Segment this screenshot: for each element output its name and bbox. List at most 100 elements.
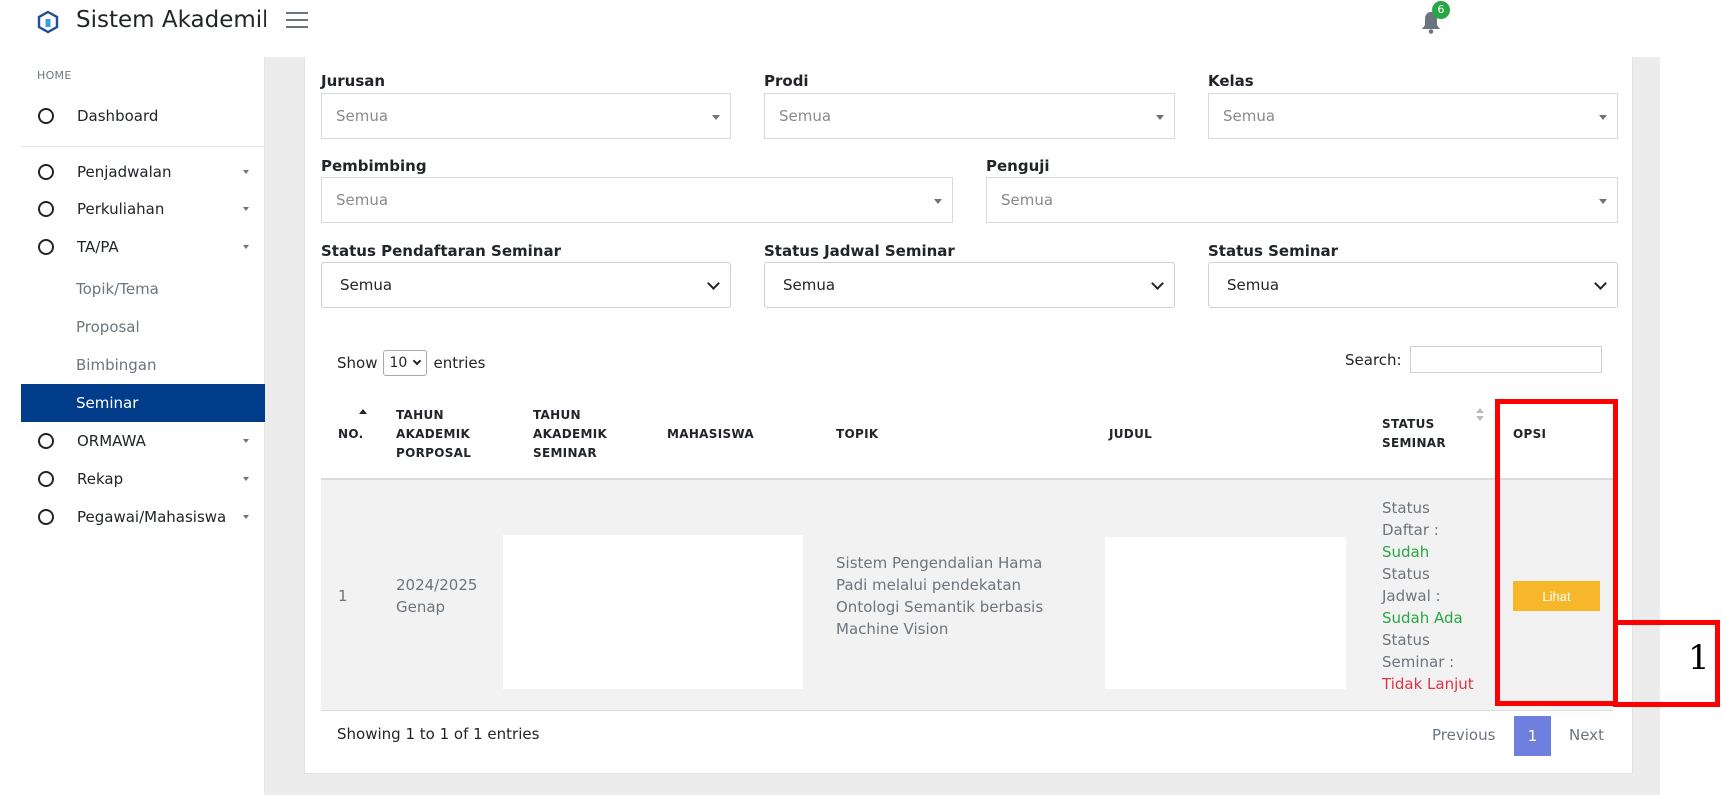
filter-status-seminar-select[interactable]: Semua: [1208, 262, 1618, 308]
status-seminar-value: Tidak Lanjut: [1382, 675, 1474, 693]
notification-badge: 6: [1432, 1, 1450, 19]
column-header-tahun-proposal[interactable]: TAHUN AKADEMIK PORPOSAL: [396, 406, 471, 463]
header-line: SEMINAR: [533, 446, 597, 460]
select-value: Semua: [340, 276, 393, 294]
caret-down-icon: [1599, 199, 1607, 204]
pagination-next[interactable]: Next: [1569, 726, 1604, 744]
header-line: PORPOSAL: [396, 446, 472, 460]
circle-icon: [38, 471, 54, 487]
status-label: Seminar :: [1382, 653, 1455, 671]
cell-no: 1: [338, 587, 348, 605]
header-line: TAHUN: [396, 408, 444, 422]
pagination-page-1[interactable]: 1: [1514, 716, 1551, 756]
cell-line: 2024/2025: [396, 576, 478, 594]
sidebar-subitem-bimbingan[interactable]: Bimbingan: [21, 346, 265, 384]
caret-down-icon: [243, 515, 249, 519]
sidebar-item-dashboard[interactable]: Dashboard: [21, 98, 265, 134]
cell-topik: Sistem Pengendalian Hama Padi melalui pe…: [836, 552, 1043, 640]
annotation-highlight-box: [1495, 399, 1618, 706]
circle-icon: [38, 509, 54, 525]
filter-label-status-jadwal: Status Jadwal Seminar: [764, 242, 955, 260]
caret-down-icon: [712, 115, 720, 120]
column-header-status-seminar[interactable]: STATUS SEMINAR: [1382, 415, 1446, 453]
header-line: AKADEMIK: [396, 427, 471, 441]
caret-down-icon: [243, 477, 249, 481]
column-header-no[interactable]: NO.: [338, 425, 363, 444]
column-header-topik[interactable]: TOPIK: [836, 425, 878, 444]
sidebar-item-label: Pegawai/Mahasiswa: [77, 508, 227, 526]
sidebar: HOME Dashboard Penjadwalan Perkuliahan T…: [21, 57, 265, 795]
header-line: SEMINAR: [1382, 436, 1446, 450]
sort-down-icon[interactable]: [1476, 416, 1484, 421]
filter-label-penguji: Penguji: [986, 157, 1050, 175]
cell-line: Genap: [396, 598, 446, 616]
sidebar-subitem-seminar[interactable]: Seminar: [21, 384, 265, 422]
cell-line: Ontologi Semantik berbasis: [836, 598, 1044, 616]
column-header-judul[interactable]: JUDUL: [1109, 425, 1152, 444]
menu-toggle-icon[interactable]: [286, 12, 308, 32]
search-input[interactable]: [1410, 346, 1602, 373]
status-label: Daftar :: [1382, 521, 1439, 539]
entries-length-select[interactable]: 10: [383, 350, 428, 376]
top-navbar: Sistem Akademik 6: [0, 0, 1660, 50]
pagination-previous[interactable]: Previous: [1432, 726, 1495, 744]
status-label: Status: [1382, 631, 1430, 649]
entries-length-control: Show 10 entries: [337, 349, 485, 377]
filter-label-status-pendaftaran: Status Pendaftaran Seminar: [321, 242, 561, 260]
status-label: Status: [1382, 565, 1430, 583]
sidebar-divider: [21, 146, 265, 147]
select-value: Semua: [336, 191, 389, 209]
sidebar-item-ormawa[interactable]: ORMAWA: [21, 423, 265, 459]
filter-label-kelas: Kelas: [1208, 72, 1254, 90]
filter-status-pendaftaran-select[interactable]: Semua: [321, 262, 731, 308]
status-label: Status: [1382, 499, 1430, 517]
circle-icon: [38, 433, 54, 449]
sidebar-item-pegawai-mahasiswa[interactable]: Pegawai/Mahasiswa: [21, 499, 265, 535]
select-value: Semua: [336, 107, 389, 125]
sidebar-item-label: Rekap: [77, 470, 124, 488]
sidebar-subitem-label: Seminar: [76, 394, 139, 412]
filter-label-prodi: Prodi: [764, 72, 809, 90]
chevron-down-icon: [1594, 277, 1607, 290]
sidebar-item-label: TA/PA: [77, 238, 119, 256]
select-value: Semua: [1227, 276, 1280, 294]
filter-kelas-select[interactable]: Semua: [1208, 93, 1618, 139]
sidebar-item-perkuliahan[interactable]: Perkuliahan: [21, 191, 265, 227]
caret-down-icon: [243, 245, 249, 249]
filter-status-jadwal-select[interactable]: Semua: [764, 262, 1175, 308]
filter-label-pembimbing: Pembimbing: [321, 157, 427, 175]
filter-prodi-select[interactable]: Semua: [764, 93, 1175, 139]
column-header-tahun-seminar[interactable]: TAHUN AKADEMIK SEMINAR: [533, 406, 607, 463]
header-line: STATUS: [1382, 417, 1435, 431]
sidebar-item-label: Penjadwalan: [77, 163, 172, 181]
select-value: 10: [389, 355, 408, 371]
filter-jurusan-select[interactable]: Semua: [321, 93, 731, 139]
sidebar-section-home: HOME: [37, 69, 72, 82]
cell-tahun-akademik: 2024/2025 Genap: [396, 574, 477, 618]
status-daftar-value: Sudah: [1382, 543, 1430, 561]
sort-up-icon[interactable]: [1476, 408, 1484, 413]
sidebar-item-penjadwalan[interactable]: Penjadwalan: [21, 154, 265, 190]
column-header-mahasiswa[interactable]: MAHASISWA: [667, 425, 754, 444]
select-value: Semua: [1223, 107, 1276, 125]
cell-line: Padi melalui pendekatan: [836, 576, 1022, 594]
sidebar-subitem-label: Proposal: [76, 318, 140, 336]
status-jadwal-value: Sudah Ada: [1382, 609, 1463, 627]
sidebar-item-label: ORMAWA: [77, 432, 146, 450]
filter-penguji-select[interactable]: Semua: [986, 177, 1618, 223]
circle-icon: [38, 239, 54, 255]
filter-pembimbing-select[interactable]: Semua: [321, 177, 953, 223]
caret-down-icon: [243, 207, 249, 211]
redacted-cell-mahasiswa: [503, 535, 803, 689]
circle-icon: [38, 164, 54, 180]
sidebar-item-rekap[interactable]: Rekap: [21, 461, 265, 497]
cell-line: Sistem Pengendalian Hama: [836, 554, 1043, 572]
caret-down-icon: [1156, 115, 1164, 120]
select-value: Semua: [779, 107, 832, 125]
sidebar-subitem-proposal[interactable]: Proposal: [21, 308, 265, 346]
sort-asc-icon[interactable]: [359, 409, 367, 414]
sidebar-item-label: Dashboard: [77, 107, 159, 125]
sidebar-item-ta-pa[interactable]: TA/PA: [21, 229, 265, 265]
sidebar-subitem-topik[interactable]: Topik/Tema: [21, 270, 265, 308]
search-label: Search:: [1345, 351, 1402, 369]
